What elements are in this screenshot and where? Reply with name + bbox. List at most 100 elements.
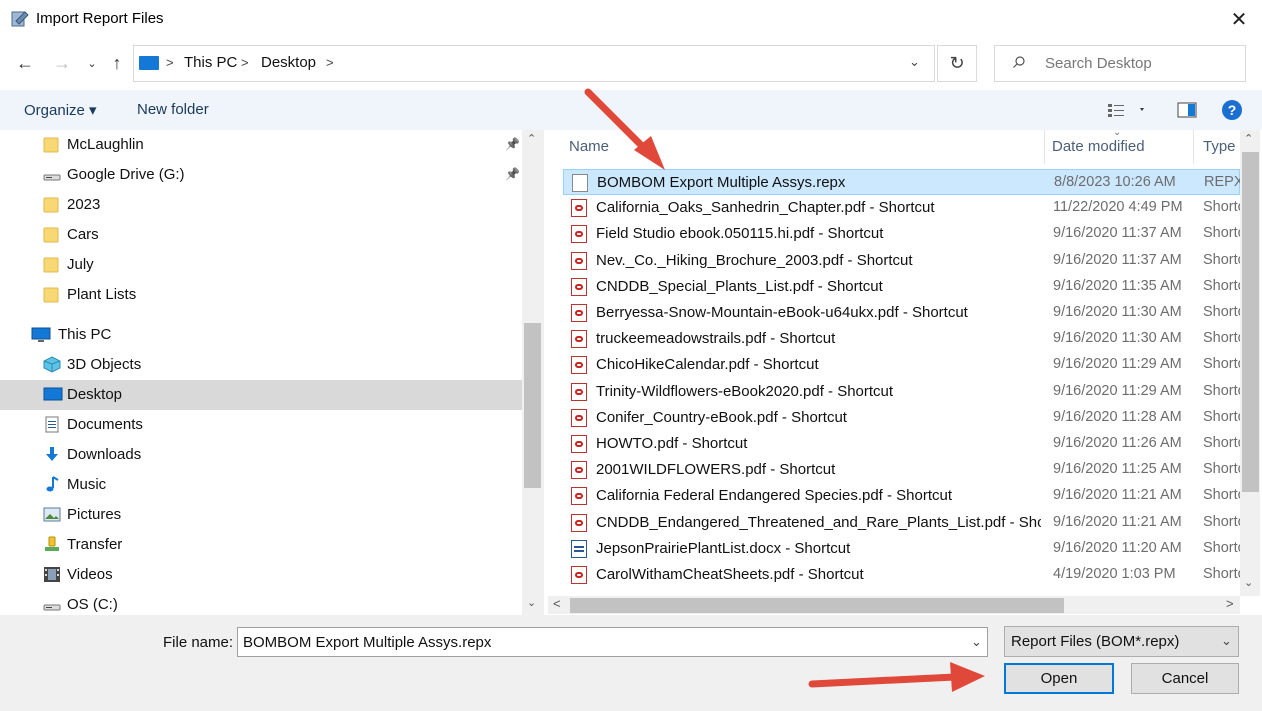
sidebar-item-july[interactable]: July — [0, 250, 522, 280]
close-button[interactable]: ✕ — [1222, 4, 1256, 34]
scroll-down-icon[interactable]: ⌄ — [1244, 576, 1253, 589]
breadcrumb-this-pc[interactable]: This PC — [184, 54, 237, 71]
cube-icon — [43, 356, 61, 373]
sidebar-item-cars[interactable]: Cars — [0, 220, 522, 250]
folder-icon — [43, 136, 61, 153]
chevron-right-icon: > — [166, 55, 174, 70]
file-name: 2001WILDFLOWERS.pdf - Shortcut — [596, 461, 836, 479]
scroll-down-icon[interactable]: ⌄ — [527, 596, 536, 609]
sidebar-item-pictures[interactable]: Pictures — [0, 500, 522, 530]
file-name: CarolWithamCheatSheets.pdf - Shortcut — [596, 566, 864, 583]
new-folder-button[interactable]: New folder — [137, 101, 209, 118]
sidebar-item-label: Desktop — [67, 386, 123, 403]
sidebar-item-3d-objects[interactable]: 3D Objects — [0, 350, 522, 380]
up-arrow-icon: ↑ — [112, 52, 122, 73]
file-row[interactable]: Conifer_Country-eBook.pdf - Shortcut 9/16… — [563, 405, 1240, 431]
chevron-down-icon[interactable]: ⌄ — [971, 634, 982, 650]
sidebar-item-google-drive-g[interactable]: Google Drive (G:) 📌 — [0, 160, 522, 190]
forward-button[interactable]: → — [50, 51, 74, 75]
refresh-button[interactable]: ↻ — [937, 45, 977, 82]
search-input[interactable] — [1045, 55, 1235, 72]
sidebar-item-videos[interactable]: Videos — [0, 560, 522, 590]
help-button[interactable]: ? — [1222, 100, 1242, 120]
file-date-modified: 4/19/2020 1:03 PM — [1053, 566, 1176, 582]
sidebar-item-transfer[interactable]: Transfer — [0, 530, 522, 560]
sidebar-item-2023[interactable]: 2023 — [0, 190, 522, 220]
file-row[interactable]: CNDDB_Special_Plants_List.pdf - Shortcut… — [563, 274, 1240, 300]
sidebar-item-this-pc[interactable]: This PC — [0, 320, 522, 350]
open-button[interactable]: Open — [1004, 663, 1114, 694]
file-row[interactable]: truckeemeadowstrails.pdf - Shortcut 9/16/… — [563, 326, 1240, 352]
sidebar-item-downloads[interactable]: Downloads — [0, 440, 522, 470]
file-type: Shortcut — [1203, 330, 1240, 347]
file-type: Shortcut — [1203, 199, 1240, 216]
file-row[interactable]: Nev._Co._Hiking_Brochure_2003.pdf - Shor… — [563, 248, 1240, 274]
sidebar-item-mclaughlin[interactable]: McLaughlin 📌 — [0, 130, 522, 160]
scroll-right-icon[interactable]: > — [1226, 596, 1234, 611]
sidebar-item-plant-lists[interactable]: Plant Lists — [0, 280, 522, 310]
column-type[interactable]: Type — [1203, 138, 1236, 155]
organize-button[interactable]: Organize ▾ — [24, 101, 97, 119]
recent-locations-button[interactable]: ⌄ — [80, 51, 104, 75]
pdf-shortcut-icon — [571, 487, 587, 506]
forward-arrow-icon: → — [53, 52, 71, 73]
file-type-select[interactable]: Report Files (BOM*.repx) ⌄ — [1004, 626, 1239, 657]
file-row[interactable]: Trinity-Wildflowers-eBook2020.pdf - Shor… — [563, 379, 1240, 405]
file-list-horizontal-thumb[interactable] — [570, 598, 1064, 613]
window-title: Import Report Files — [36, 10, 164, 27]
file-row[interactable]: CarolWithamCheatSheets.pdf - Shortcut 4/1… — [563, 562, 1240, 588]
file-name: Trinity-Wildflowers-eBook2020.pdf - Shor… — [596, 382, 894, 400]
sidebar-item-music[interactable]: Music — [0, 470, 522, 500]
back-button[interactable]: ← — [13, 51, 37, 75]
file-row[interactable]: California Federal Endangered Species.pd… — [563, 483, 1240, 509]
file-list-scroll-thumb[interactable] — [1242, 152, 1259, 492]
file-name: Nev._Co._Hiking_Brochure_2003.pdf - Shor… — [596, 251, 913, 269]
pc-icon — [139, 56, 159, 70]
file-name-value[interactable]: BOMBOM Export Multiple Assys.repx — [243, 634, 491, 651]
view-options-button[interactable] — [1107, 101, 1147, 122]
sidebar-item-label: Google Drive (G:) — [67, 166, 185, 183]
file-row[interactable]: Field Studio ebook.050115.hi.pdf - Short… — [563, 221, 1240, 247]
column-divider[interactable] — [1193, 130, 1194, 164]
file-row[interactable]: HOWTO.pdf - Shortcut 9/16/2020 11:26 AM Sh… — [563, 431, 1240, 457]
address-dropdown-icon[interactable]: ⌄ — [909, 54, 920, 70]
music-icon — [43, 476, 61, 493]
file-date-modified: 9/16/2020 11:21 AM — [1053, 513, 1182, 530]
file-date-modified: 9/16/2020 11:21 AM — [1053, 487, 1182, 504]
file-row[interactable]: Berryessa-Snow-Mountain-eBook-u64ukx.pdf… — [563, 300, 1240, 326]
file-name-input[interactable]: BOMBOM Export Multiple Assys.repx ⌄ — [237, 627, 988, 657]
sidebar-item-label: Plant Lists — [67, 286, 137, 303]
file-row[interactable]: CNDDB_Endangered_Threatened_and_Rare_Pla… — [563, 510, 1240, 536]
file-name: California Federal Endangered Species.pd… — [596, 487, 953, 505]
preview-pane-button[interactable] — [1177, 101, 1197, 122]
file-name: ChicoHikeCalendar.pdf - Shortcut — [596, 356, 819, 374]
file-row[interactable]: ChicoHikeCalendar.pdf - Shortcut 9/16/202… — [563, 352, 1240, 378]
desktop-icon — [43, 386, 63, 403]
breadcrumb-desktop[interactable]: Desktop — [261, 54, 316, 71]
nav-pane-scroll-thumb[interactable] — [524, 323, 541, 488]
address-bar[interactable]: > This PC > Desktop > ⌄ — [133, 45, 935, 82]
file-row[interactable]: JepsonPrairiePlantList.docx - Shortcut 9/… — [563, 536, 1240, 562]
cancel-button[interactable]: Cancel — [1131, 663, 1239, 694]
file-type: Shortcut — [1203, 539, 1240, 556]
file-date-modified: 9/16/2020 11:20 AM — [1053, 539, 1182, 556]
sidebar-item-documents[interactable]: Documents — [0, 410, 522, 440]
sidebar-item-desktop[interactable]: Desktop — [0, 380, 522, 410]
scroll-up-icon[interactable]: ⌃ — [527, 132, 536, 145]
file-row[interactable]: 2001WILDFLOWERS.pdf - Shortcut 9/16/2020 … — [563, 457, 1240, 483]
pdf-shortcut-icon — [571, 251, 587, 270]
scroll-left-icon[interactable]: < — [553, 596, 561, 611]
column-name[interactable]: Name — [569, 138, 609, 155]
column-date-modified[interactable]: Date modified — [1052, 138, 1145, 155]
file-row[interactable]: BOMBOM Export Multiple Assys.repx 8/8/202… — [563, 169, 1241, 195]
column-divider[interactable] — [1044, 130, 1045, 164]
scroll-up-icon[interactable]: ⌃ — [1244, 132, 1253, 145]
search-box[interactable] — [994, 45, 1246, 82]
file-date-modified: 9/16/2020 11:30 AM — [1053, 330, 1182, 347]
chevron-down-icon: ⌄ — [1221, 633, 1232, 648]
file-row[interactable]: California_Oaks_Sanhedrin_Chapter.pdf - … — [563, 195, 1240, 221]
up-button[interactable]: ↑ — [105, 51, 129, 75]
pin-icon: 📌 — [505, 167, 520, 181]
file-type: Shortcut — [1203, 251, 1240, 268]
app-icon — [10, 9, 30, 29]
